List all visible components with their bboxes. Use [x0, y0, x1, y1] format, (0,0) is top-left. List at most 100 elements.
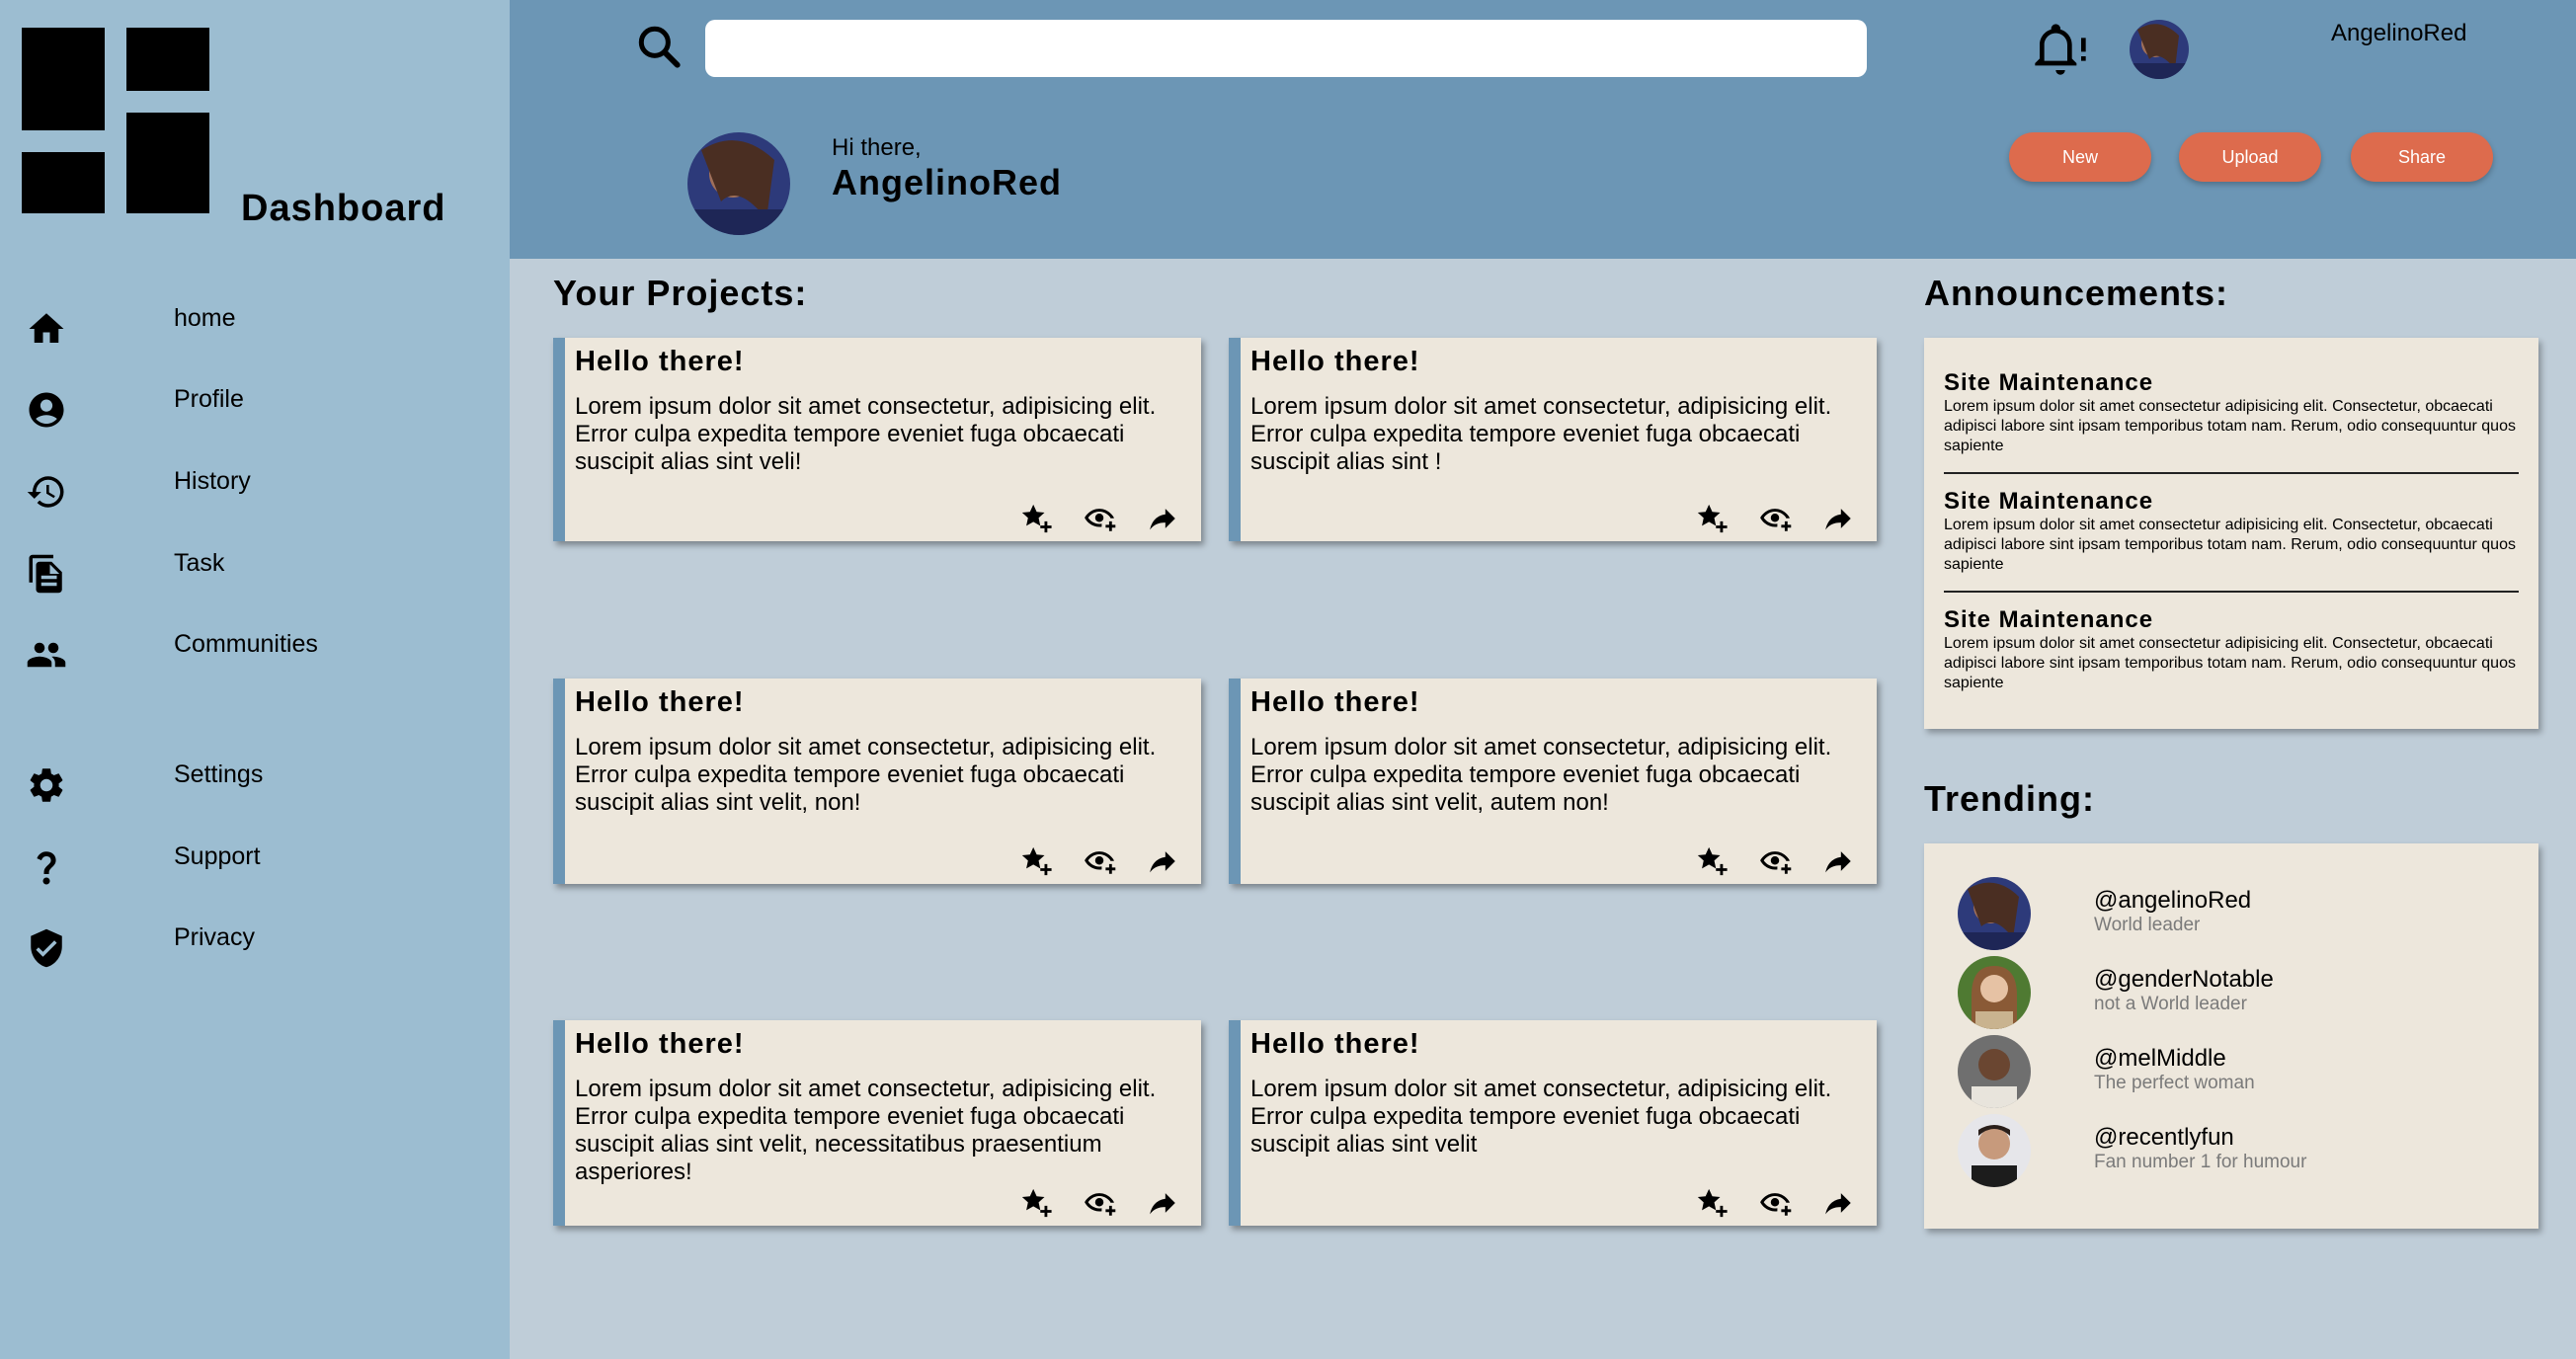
search-icon[interactable] [634, 22, 684, 71]
trending-user[interactable]: @recentlyfun Fan number 1 for humour [1958, 1114, 2511, 1189]
sidebar-item-label: Settings [174, 760, 264, 788]
share-arrow-icon[interactable] [1146, 844, 1179, 878]
gear-icon [30, 768, 63, 802]
project-card[interactable]: Hello there! Lorem ipsum dolor sit amet … [553, 1020, 1201, 1226]
announcement-item[interactable]: Site Maintenance Lorem ipsum dolor sit a… [1944, 488, 2519, 575]
sidebar-item-privacy[interactable]: Privacy [0, 916, 510, 979]
project-card[interactable]: Hello there! Lorem ipsum dolor sit amet … [1229, 338, 1877, 541]
star-add-icon[interactable] [1019, 1186, 1053, 1220]
watch-icon[interactable] [1083, 1186, 1116, 1220]
announcement-body: Lorem ipsum dolor sit amet consectetur a… [1944, 398, 2516, 454]
watch-icon[interactable] [1083, 502, 1116, 535]
watch-icon[interactable] [1758, 844, 1792, 878]
sidebar-item-communities[interactable]: Communities [0, 622, 510, 685]
new-button[interactable]: New [2009, 132, 2151, 182]
search-input[interactable] [705, 20, 1867, 77]
sidebar-item-task[interactable]: Task [0, 541, 510, 604]
share-arrow-icon[interactable] [1146, 502, 1179, 535]
history-icon [27, 476, 64, 508]
header: AngelinoRed Hi there, AngelinoRed New Up… [510, 0, 2576, 259]
sidebar-item-label: Task [174, 549, 225, 577]
announcements-title: Announcements: [1924, 273, 2229, 313]
sidebar-item-label: home [174, 304, 236, 332]
announcement-item[interactable]: Site Maintenance Lorem ipsum dolor sit a… [1944, 369, 2519, 456]
card-title: Hello there! [575, 686, 745, 718]
trending-handle[interactable]: @angelinoRed [2094, 887, 2251, 915]
announcement-title: Site Maintenance [1944, 606, 2154, 633]
greeting-text: Hi there, [832, 134, 922, 161]
divider [1944, 591, 2519, 593]
card-title: Hello there! [1250, 686, 1420, 718]
task-icon [29, 554, 62, 594]
avatar [1958, 1035, 2031, 1108]
trending-subtitle: not a World leader [2094, 994, 2247, 1014]
projects-title: Your Projects: [553, 273, 808, 313]
trending-handle[interactable]: @genderNotable [2094, 966, 2274, 994]
card-body: Lorem ipsum dolor sit amet consectetur, … [1250, 1076, 1832, 1158]
watch-icon[interactable] [1758, 502, 1792, 535]
announcement-body: Lorem ipsum dolor sit amet consectetur a… [1944, 517, 2516, 573]
card-body: Lorem ipsum dolor sit amet consectetur, … [575, 734, 1157, 816]
share-arrow-icon[interactable] [1821, 1186, 1855, 1220]
card-title: Hello there! [1250, 1028, 1420, 1060]
sidebar-item-home[interactable]: home [0, 296, 510, 360]
trending-subtitle: The perfect woman [2094, 1073, 2255, 1093]
card-body: Lorem ipsum dolor sit amet consectetur, … [1250, 734, 1832, 816]
sidebar-item-profile[interactable]: Profile [0, 377, 510, 440]
avatar [1958, 956, 2031, 1029]
card-body: Lorem ipsum dolor sit amet consectetur, … [575, 393, 1157, 475]
sidebar: Dashboard home Profile History Task Comm… [0, 0, 510, 1359]
sidebar-item-label: Profile [174, 385, 244, 413]
card-body: Lorem ipsum dolor sit amet consectetur, … [575, 1076, 1157, 1185]
announcement-body: Lorem ipsum dolor sit amet consectetur a… [1944, 635, 2516, 691]
watch-icon[interactable] [1758, 1186, 1792, 1220]
trending-user[interactable]: @genderNotable not a World leader [1958, 956, 2511, 1031]
star-add-icon[interactable] [1695, 502, 1729, 535]
sidebar-item-settings[interactable]: Settings [0, 753, 510, 816]
sidebar-item-label: Support [174, 842, 261, 870]
sidebar-item-support[interactable]: Support [0, 835, 510, 898]
home-icon [29, 313, 64, 343]
trending-panel: @angelinoRed World leader @genderNotable… [1924, 843, 2538, 1229]
star-add-icon[interactable] [1695, 844, 1729, 878]
trending-title: Trending: [1924, 778, 2095, 819]
sidebar-item-history[interactable]: History [0, 459, 510, 522]
help-icon [37, 851, 56, 885]
user-avatar[interactable] [2130, 20, 2189, 79]
project-card[interactable]: Hello there! Lorem ipsum dolor sit amet … [553, 338, 1201, 541]
announcement-item[interactable]: Site Maintenance Lorem ipsum dolor sit a… [1944, 606, 2519, 693]
top-username[interactable]: AngelinoRed [2331, 20, 2466, 47]
communities-icon [27, 642, 66, 668]
watch-icon[interactable] [1083, 844, 1116, 878]
bell-icon[interactable] [2033, 22, 2088, 77]
share-arrow-icon[interactable] [1821, 502, 1855, 535]
sidebar-item-label: Privacy [174, 923, 255, 951]
project-card[interactable]: Hello there! Lorem ipsum dolor sit amet … [553, 679, 1201, 884]
trending-handle[interactable]: @recentlyfun [2094, 1124, 2234, 1152]
brand-title: Dashboard [241, 188, 446, 229]
announcement-title: Site Maintenance [1944, 488, 2154, 515]
trending-subtitle: World leader [2094, 915, 2201, 935]
star-add-icon[interactable] [1019, 844, 1053, 878]
card-body: Lorem ipsum dolor sit amet consectetur, … [1250, 393, 1832, 475]
upload-button[interactable]: Upload [2179, 132, 2321, 182]
star-add-icon[interactable] [1695, 1186, 1729, 1220]
avatar [1958, 1114, 2031, 1187]
star-add-icon[interactable] [1019, 502, 1053, 535]
project-card[interactable]: Hello there! Lorem ipsum dolor sit amet … [1229, 679, 1877, 884]
profile-avatar [687, 132, 790, 235]
trending-user[interactable]: @angelinoRed World leader [1958, 877, 2511, 952]
trending-subtitle: Fan number 1 for humour [2094, 1152, 2307, 1172]
card-title: Hello there! [575, 1028, 745, 1060]
trending-handle[interactable]: @melMiddle [2094, 1045, 2226, 1073]
sidebar-item-label: Communities [174, 630, 318, 658]
share-button[interactable]: Share [2351, 132, 2493, 182]
share-arrow-icon[interactable] [1146, 1186, 1179, 1220]
shield-icon [31, 928, 62, 968]
announcements-panel: Site Maintenance Lorem ipsum dolor sit a… [1924, 338, 2538, 729]
trending-user[interactable]: @melMiddle The perfect woman [1958, 1035, 2511, 1110]
project-card[interactable]: Hello there! Lorem ipsum dolor sit amet … [1229, 1020, 1877, 1226]
share-arrow-icon[interactable] [1821, 844, 1855, 878]
profile-icon [29, 392, 64, 428]
sidebar-item-label: History [174, 467, 251, 495]
